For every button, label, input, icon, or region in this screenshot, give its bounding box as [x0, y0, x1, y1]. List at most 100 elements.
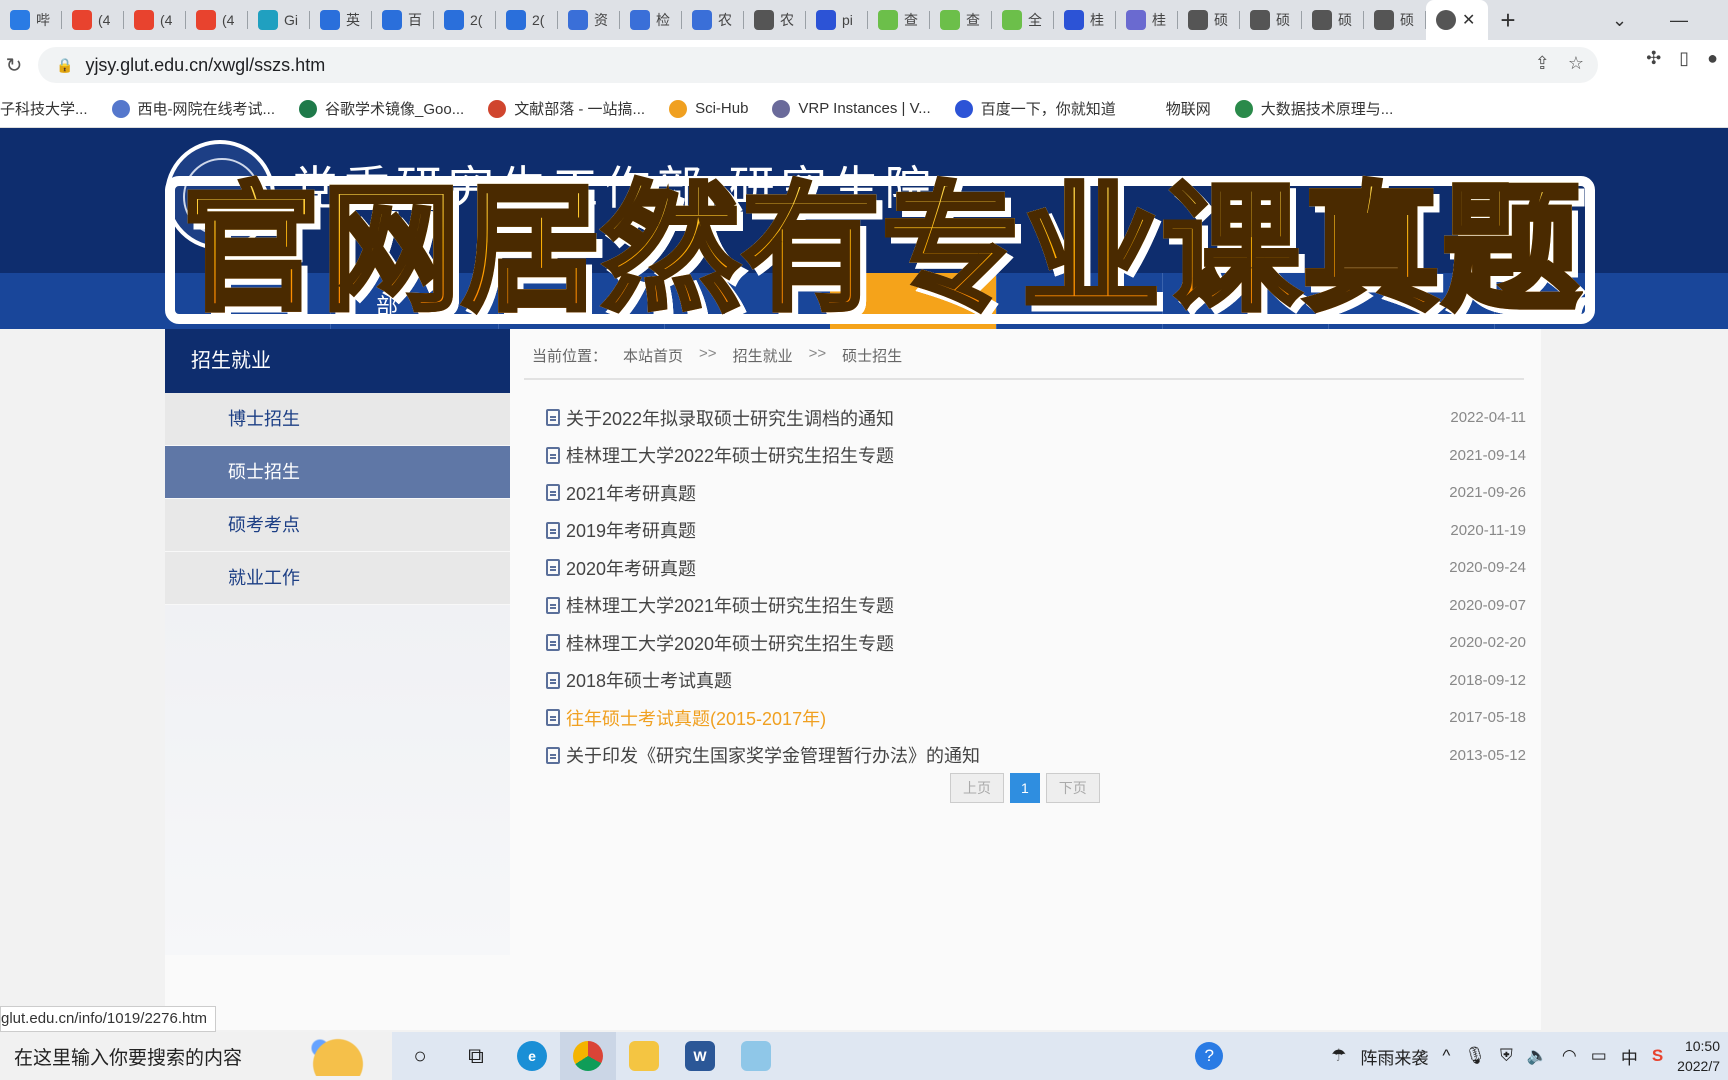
browser-tab[interactable]: 资 — [558, 0, 620, 40]
microphone-icon[interactable]: 🎙 — [1464, 1046, 1486, 1066]
browser-tab[interactable]: 桂 — [1054, 0, 1116, 40]
article-row[interactable]: 2021年考研真题 2021-09-26 — [546, 474, 1526, 512]
browser-tab[interactable]: pi — [806, 0, 868, 40]
sidebar-item-employment[interactable]: 就业工作 — [165, 552, 510, 605]
browser-tab[interactable]: 硕 — [1302, 0, 1364, 40]
browser-tab[interactable]: 百 — [372, 0, 434, 40]
close-tab-icon[interactable]: ✕ — [1462, 10, 1475, 30]
browser-tab[interactable]: 查 — [868, 0, 930, 40]
url-text[interactable]: yjsy.glut.edu.cn/xwgl/sszs.htm — [85, 55, 325, 76]
browser-tab[interactable]: 检 — [620, 0, 682, 40]
cortana-icon[interactable]: ○ — [392, 1032, 448, 1080]
bookmark-item[interactable]: 百度一下，你就知道 — [954, 98, 1116, 119]
bookmark-item[interactable]: 西电-网院在线考试... — [111, 98, 276, 119]
sidebar-item-exam-sites[interactable]: 硕考考点 — [165, 499, 510, 552]
browser-tab[interactable]: 全 — [992, 0, 1054, 40]
volume-icon[interactable]: 🔈 — [1527, 1046, 1548, 1066]
bookmark-item[interactable]: 子科技大学... — [0, 98, 88, 119]
article-title[interactable]: 关于2022年拟录取硕士研究生调档的通知 — [566, 405, 894, 431]
security-shield-icon[interactable]: ⛨ — [1500, 1046, 1513, 1066]
article-row[interactable]: 往年硕士考试真题(2015-2017年) 2017-05-18 — [546, 699, 1526, 737]
sidebar-item-doctoral[interactable]: 博士招生 — [165, 393, 510, 446]
bookmark-item[interactable]: 文献部落 - 一站搞... — [488, 98, 645, 119]
wifi-icon[interactable]: ◠ — [1562, 1046, 1577, 1066]
help-icon[interactable]: ? — [1195, 1042, 1224, 1070]
article-title[interactable]: 桂林理工大学2020年硕士研究生招生专题 — [566, 630, 894, 656]
article-row[interactable]: 桂林理工大学2021年硕士研究生招生专题 2020-09-07 — [546, 587, 1526, 625]
bookmark-item[interactable]: 大数据技术原理与... — [1234, 98, 1393, 119]
article-row[interactable]: 桂林理工大学2020年硕士研究生招生专题 2020-02-20 — [546, 624, 1526, 662]
taskbar-search-text[interactable]: 在这里输入你要搜索的内容 — [14, 1043, 242, 1070]
prev-page-button[interactable]: 上页 — [950, 773, 1004, 803]
browser-tab[interactable]: 桂 — [1116, 0, 1178, 40]
article-title[interactable]: 2018年硕士考试真题 — [566, 667, 732, 693]
sidebar-item-masters[interactable]: 硕士招生 — [165, 446, 510, 499]
weather-text[interactable]: 阵雨来袭 — [1360, 1044, 1428, 1069]
browser-tab[interactable]: (4 — [186, 0, 248, 40]
address-bar[interactable]: 🔒 yjsy.glut.edu.cn/xwgl/sszs.htm ⇪ ☆ — [38, 47, 1598, 83]
task-view-icon[interactable]: ⧉ — [448, 1032, 504, 1080]
chrome-icon[interactable] — [560, 1032, 616, 1080]
battery-icon[interactable]: ▭ — [1591, 1046, 1607, 1066]
lock-icon[interactable]: 🔒 — [56, 57, 73, 74]
browser-tab[interactable]: 硕 — [1178, 0, 1240, 40]
browser-tab[interactable]: Gi — [248, 0, 310, 40]
browser-tab[interactable]: 英 — [310, 0, 372, 40]
browser-tab[interactable]: 硕 — [1240, 0, 1302, 40]
bookmark-star-icon[interactable]: ☆ — [1568, 53, 1584, 74]
browser-tab[interactable]: (4 — [124, 0, 186, 40]
current-page-button[interactable]: 1 — [1010, 773, 1040, 803]
article-row[interactable]: 2020年考研真题 2020-09-24 — [546, 549, 1526, 587]
browser-tab[interactable]: 农 — [744, 0, 806, 40]
next-page-button[interactable]: 下页 — [1045, 773, 1100, 803]
browser-tab-active[interactable]: ✕ — [1426, 0, 1488, 40]
article-row[interactable]: 关于印发《研究生国家奖学金管理暂行办法》的通知 2013-05-12 — [546, 737, 1526, 775]
side-panel-icon[interactable]: ▯ — [1679, 48, 1689, 69]
character-app-icon[interactable] — [728, 1032, 784, 1080]
article-row[interactable]: 桂林理工大学2022年硕士研究生招生专题 2021-09-14 — [546, 437, 1526, 475]
browser-tab[interactable]: 查 — [930, 0, 992, 40]
profile-icon[interactable]: ● — [1707, 48, 1718, 69]
browser-tab[interactable]: 硕 — [1364, 0, 1426, 40]
taskbar-search-box[interactable]: 在这里输入你要搜索的内容 — [0, 1032, 392, 1080]
bookmark-item[interactable]: 物联网 — [1139, 98, 1211, 119]
article-title[interactable]: 2021年考研真题 — [566, 480, 696, 506]
weather-rain-icon[interactable]: ☂ — [1331, 1046, 1346, 1066]
share-icon[interactable]: ⇪ — [1535, 53, 1550, 74]
article-title[interactable]: 2020年考研真题 — [566, 555, 696, 581]
article-title[interactable]: 往年硕士考试真题(2015-2017年) — [566, 705, 826, 731]
word-icon[interactable]: W — [672, 1032, 728, 1080]
file-explorer-icon[interactable] — [616, 1032, 672, 1080]
extensions-icon[interactable]: ✣ — [1646, 48, 1661, 69]
tray-expand-icon[interactable]: ^ — [1442, 1046, 1450, 1066]
article-title[interactable]: 桂林理工大学2022年硕士研究生招生专题 — [566, 442, 894, 468]
minimize-icon[interactable]: — — [1670, 0, 1688, 40]
tab-search-icon[interactable]: ⌄ — [1612, 0, 1627, 40]
new-tab-icon[interactable]: + — [1488, 5, 1528, 36]
bookmark-item[interactable]: 谷歌学术镜像_Goo... — [299, 98, 464, 119]
breadcrumb-section[interactable]: 招生就业 — [733, 345, 793, 366]
browser-tab[interactable]: (4 — [62, 0, 124, 40]
breadcrumb-current[interactable]: 硕士招生 — [842, 345, 902, 366]
leaf-icon — [1002, 10, 1022, 30]
article-date: 2020-09-24 — [1449, 559, 1526, 577]
bookmark-label: 西电-网院在线考试... — [137, 101, 276, 118]
article-title[interactable]: 桂林理工大学2021年硕士研究生招生专题 — [566, 592, 894, 618]
reload-icon[interactable]: ↻ — [0, 53, 28, 78]
browser-tab[interactable]: 2( — [434, 0, 496, 40]
browser-tab[interactable]: 哔 — [0, 0, 62, 40]
browser-tab[interactable]: 农 — [682, 0, 744, 40]
sogou-input-icon[interactable]: S — [1652, 1046, 1663, 1066]
bookmark-item[interactable]: VRP Instances | V... — [772, 99, 931, 118]
bookmark-item[interactable]: Sci-Hub — [669, 99, 748, 118]
ime-indicator[interactable]: 中 — [1621, 1044, 1638, 1069]
edge-icon[interactable]: e — [504, 1032, 560, 1080]
clock[interactable]: 10:50 2022/7 — [1677, 1036, 1720, 1076]
article-row[interactable]: 2019年考研真题 2020-11-19 — [546, 512, 1526, 550]
browser-tab[interactable]: 2( — [496, 0, 558, 40]
article-row[interactable]: 2018年硕士考试真题 2018-09-12 — [546, 662, 1526, 700]
article-title[interactable]: 关于印发《研究生国家奖学金管理暂行办法》的通知 — [566, 742, 980, 768]
article-row[interactable]: 关于2022年拟录取硕士研究生调档的通知 2022-04-11 — [546, 399, 1526, 437]
article-title[interactable]: 2019年考研真题 — [566, 517, 696, 543]
breadcrumb-home[interactable]: 本站首页 — [623, 345, 683, 366]
